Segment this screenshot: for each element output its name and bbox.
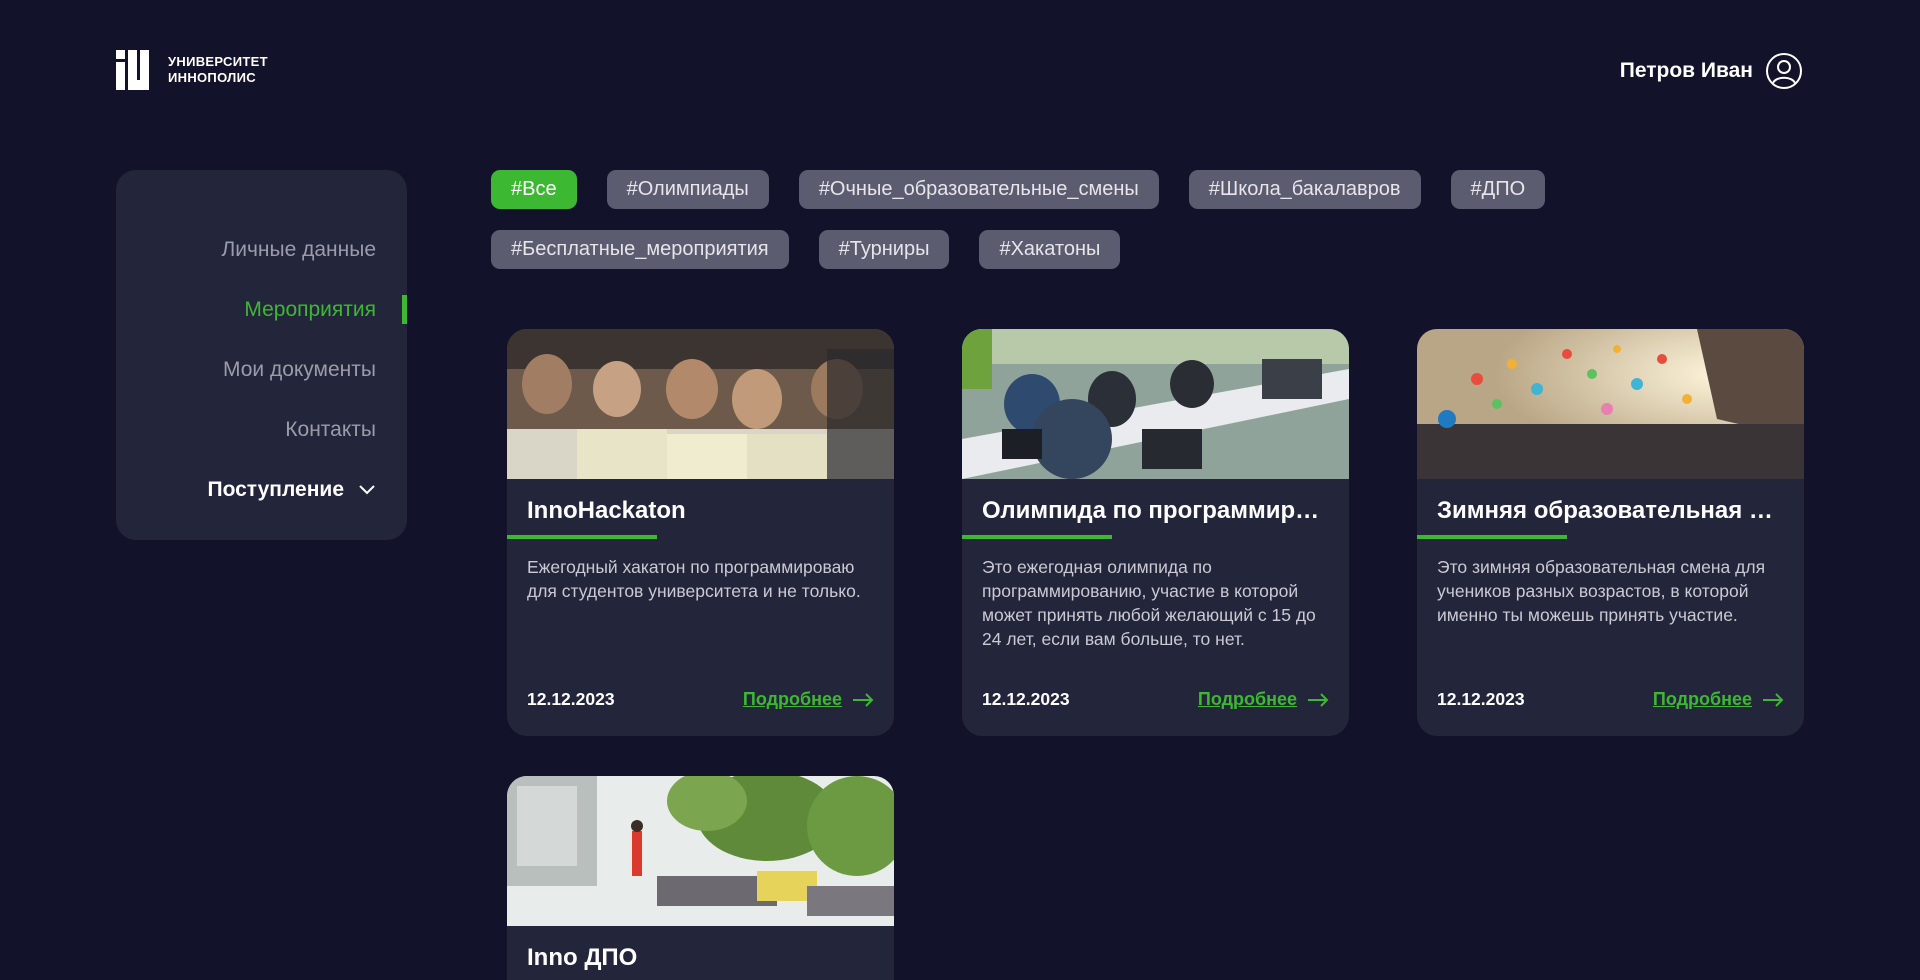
event-description: Это ежегодная олимпида по программирован… bbox=[982, 557, 1316, 649]
tag-in-person-sessions[interactable]: #Очные_образовательные_смены bbox=[798, 170, 1159, 209]
sidebar-item-label: Мероприятия bbox=[244, 298, 376, 321]
tag-dpo[interactable]: #ДПО bbox=[1450, 170, 1546, 209]
details-link-label: Подробнее bbox=[742, 689, 842, 709]
sidebar-item-personal-data[interactable]: Личные данные bbox=[116, 220, 407, 280]
sidebar-item-contacts[interactable]: Контакты bbox=[116, 400, 407, 460]
tag-free-events[interactable]: #Бесплатные_мероприятия bbox=[491, 230, 789, 269]
title-underline bbox=[962, 535, 1112, 539]
title-underline bbox=[507, 535, 657, 539]
details-link-label: Подробнее bbox=[1197, 689, 1297, 709]
tag-row-2: #Бесплатные_мероприятия #Турниры #Хакато… bbox=[491, 230, 1691, 269]
sidebar-item-label: Мои документы bbox=[222, 358, 376, 381]
university-logo[interactable]: УНИВЕРСИТЕТ ИННОПОЛИС bbox=[116, 50, 268, 90]
details-link[interactable]: Подробнее bbox=[743, 689, 874, 710]
chevron-down-icon bbox=[359, 485, 375, 495]
event-description: Это зимняя образовательная смена для уче… bbox=[1437, 557, 1766, 625]
event-image bbox=[962, 329, 1349, 479]
sidebar-nav: Личные данные Мероприятия Мои документы … bbox=[116, 170, 407, 540]
arrow-right-icon bbox=[1763, 692, 1784, 707]
event-card[interactable]: InnoHackaton Ежегодный хакатон по програ… bbox=[507, 329, 894, 736]
tag-filters: #Все #Олимпиады #Очные_образовательные_с… bbox=[491, 170, 1691, 290]
event-title: Зимняя образовательная смена bbox=[1437, 497, 1784, 524]
event-card[interactable]: Inno ДПО bbox=[507, 776, 894, 980]
sidebar-item-label: Контакты bbox=[285, 418, 376, 441]
arrow-right-icon bbox=[1308, 692, 1329, 707]
tag-all[interactable]: #Все bbox=[491, 170, 577, 209]
sidebar-item-label: Личные данные bbox=[221, 238, 376, 261]
details-link-label: Подробнее bbox=[1652, 689, 1752, 709]
title-underline bbox=[1417, 535, 1567, 539]
details-link[interactable]: Подробнее bbox=[1653, 689, 1784, 710]
tag-bachelor-school[interactable]: #Школа_бакалавров bbox=[1188, 170, 1421, 209]
details-link[interactable]: Подробнее bbox=[1198, 689, 1329, 710]
event-image bbox=[1417, 329, 1804, 479]
sidebar-item-my-documents[interactable]: Мои документы bbox=[116, 340, 407, 400]
event-description: Ежегодный хакатон по программироваю для … bbox=[527, 557, 861, 601]
event-date: 12.12.2023 bbox=[982, 689, 1070, 709]
user-menu[interactable]: Петров Иван bbox=[1620, 52, 1803, 90]
sidebar-item-label: Поступление bbox=[207, 478, 344, 501]
tag-tournaments[interactable]: #Турниры bbox=[818, 230, 950, 269]
sidebar-item-events[interactable]: Мероприятия bbox=[116, 280, 407, 340]
event-image bbox=[507, 776, 894, 926]
sidebar-item-admission[interactable]: Поступление bbox=[116, 460, 407, 520]
logo-line-2: ИННОПОЛИС bbox=[168, 70, 256, 85]
logo-line-1: УНИВЕРСИТЕТ bbox=[168, 54, 268, 69]
event-image bbox=[507, 329, 894, 479]
tag-olympiads[interactable]: #Олимпиады bbox=[606, 170, 769, 209]
arrow-right-icon bbox=[853, 692, 874, 707]
event-card[interactable]: Зимняя образовательная смена Это зимняя … bbox=[1417, 329, 1804, 736]
user-name: Петров Иван bbox=[1619, 59, 1753, 82]
event-date: 12.12.2023 bbox=[527, 689, 615, 709]
event-card[interactable]: Олимпида по программированию Это ежегодн… bbox=[962, 329, 1349, 736]
user-circle-icon[interactable] bbox=[1765, 52, 1803, 90]
logo-mark-icon bbox=[116, 50, 156, 90]
events-page: УНИВЕРСИТЕТ ИННОПОЛИС Петров Иван Личные… bbox=[0, 0, 1920, 980]
event-title: Inno ДПО bbox=[527, 944, 638, 971]
tag-hackathons[interactable]: #Хакатоны bbox=[979, 230, 1121, 269]
event-date: 12.12.2023 bbox=[1437, 689, 1525, 709]
tag-row-1: #Все #Олимпиады #Очные_образовательные_с… bbox=[491, 170, 1691, 209]
event-title: Олимпида по программированию bbox=[982, 497, 1329, 524]
event-title: InnoHackaton bbox=[527, 497, 686, 524]
